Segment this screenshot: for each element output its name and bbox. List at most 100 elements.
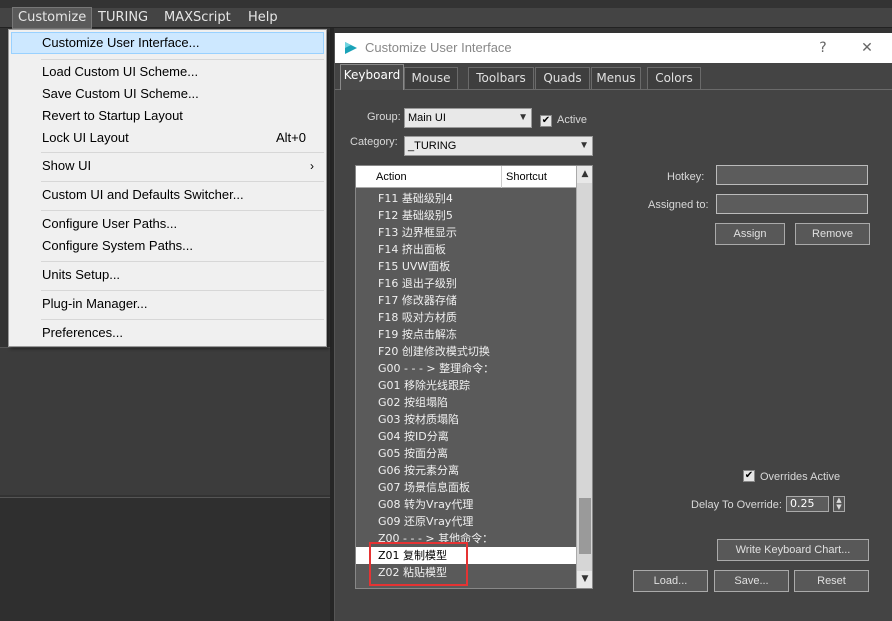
action-list-item[interactable]: F13 边界框显示 (356, 224, 576, 241)
hotkey-label: Hotkey: (667, 171, 705, 183)
overrides-active-checkbox[interactable]: ✔ (743, 470, 755, 482)
category-select[interactable]: _TURING ▼ (404, 136, 593, 156)
customize-ui-dialog: Customize User Interface ? ✕ Keyboard Mo… (334, 33, 892, 621)
spinner-arrows-icon[interactable]: ▲ ▼ (833, 496, 845, 512)
menu-help[interactable]: Help (243, 8, 283, 28)
menu-item-label: Configure System Paths... (42, 238, 194, 253)
column-divider (501, 166, 502, 188)
tab-mouse[interactable]: Mouse (404, 67, 458, 89)
menu-item-revert-startup[interactable]: Revert to Startup Layout (11, 105, 324, 127)
close-button[interactable]: ✕ (847, 33, 887, 63)
help-button[interactable]: ? (803, 33, 843, 63)
assigned-to-field (716, 194, 868, 214)
scroll-thumb[interactable] (579, 498, 591, 554)
dialog-titlebar[interactable]: Customize User Interface ? ✕ (335, 33, 892, 63)
menu-item-system-paths[interactable]: Configure System Paths... (11, 235, 324, 257)
tab-toolbars[interactable]: Toolbars (468, 67, 534, 89)
category-select-value: _TURING (408, 140, 457, 152)
menu-item-user-paths[interactable]: Configure User Paths... (11, 213, 324, 235)
app-logo-icon (345, 42, 357, 54)
action-list-item[interactable]: F17 修改器存储 (356, 292, 576, 309)
action-list-item[interactable]: F14 挤出面板 (356, 241, 576, 258)
tab-keyboard[interactable]: Keyboard (340, 64, 404, 90)
menu-item-label: Revert to Startup Layout (42, 108, 183, 123)
action-list-item[interactable]: F11 基础级别4 (356, 190, 576, 207)
action-list-item[interactable]: F15 UVW面板 (356, 258, 576, 275)
action-list-item[interactable]: G00 - - - > 整理命令： (356, 360, 576, 377)
menu-separator (41, 319, 324, 320)
menu-separator (41, 181, 324, 182)
menu-item-show-ui[interactable]: Show UI › (11, 155, 324, 177)
action-list-item[interactable]: G04 按ID分离 (356, 428, 576, 445)
menu-item-save-ui-scheme[interactable]: Save Custom UI Scheme... (11, 83, 324, 105)
menu-item-label: Save Custom UI Scheme... (42, 86, 199, 101)
column-shortcut[interactable]: Shortcut (506, 166, 547, 188)
menu-customize[interactable]: Customize (11, 7, 93, 29)
action-list-item[interactable]: G05 按面分离 (356, 445, 576, 462)
load-button[interactable]: Load... (633, 570, 708, 592)
scroll-up-icon[interactable]: ▲ (577, 166, 592, 183)
menu-separator (41, 210, 324, 211)
menu-turing[interactable]: TURING (93, 8, 153, 28)
tab-colors[interactable]: Colors (647, 67, 701, 89)
reset-button[interactable]: Reset (794, 570, 869, 592)
delay-override-label: Delay To Override: (691, 499, 782, 511)
menu-item-label: Customize User Interface... (42, 35, 200, 50)
assign-button[interactable]: Assign (715, 223, 785, 245)
menu-item-shortcut: Alt+0 (276, 130, 306, 145)
action-list-item[interactable]: F18 吸对方材质 (356, 309, 576, 326)
menu-item-plugin-manager[interactable]: Plug-in Manager... (11, 293, 324, 315)
menu-item-label: Preferences... (42, 325, 123, 340)
action-list-scrollbar[interactable]: ▲ ▼ (576, 166, 592, 588)
chevron-down-icon: ▼ (518, 112, 528, 123)
customize-dropdown-menu: Customize User Interface... Load Custom … (8, 29, 327, 347)
action-list-item[interactable]: G09 还原Vray代理 (356, 513, 576, 530)
background-panel (0, 347, 330, 495)
write-keyboard-chart-button[interactable]: Write Keyboard Chart... (717, 539, 869, 561)
submenu-arrow-icon: › (310, 159, 314, 173)
hotkey-input[interactable] (716, 165, 868, 185)
action-list-item[interactable]: F20 创建修改模式切换 (356, 343, 576, 360)
group-select-value: Main UI (408, 112, 446, 124)
menu-item-preferences[interactable]: Preferences... (11, 322, 324, 344)
menu-item-load-ui-scheme[interactable]: Load Custom UI Scheme... (11, 61, 324, 83)
active-checkbox[interactable]: ✔ (540, 115, 552, 127)
menu-separator (41, 261, 324, 262)
delay-override-input[interactable]: 0.25 (786, 496, 829, 512)
group-select[interactable]: Main UI ▼ (404, 108, 532, 128)
chevron-down-icon: ▼ (579, 140, 589, 151)
main-menubar: Customize TURING MAXScript Help (0, 7, 892, 29)
remove-button[interactable]: Remove (795, 223, 870, 245)
action-list-item[interactable]: G02 按组塌陷 (356, 394, 576, 411)
tab-menus[interactable]: Menus (591, 67, 641, 89)
action-list-item[interactable]: G06 按元素分离 (356, 462, 576, 479)
menu-separator (41, 152, 324, 153)
menu-separator (41, 290, 324, 291)
annotation-highlight-box (369, 542, 468, 586)
overrides-active-label: Overrides Active (760, 471, 841, 483)
tab-quads[interactable]: Quads (535, 67, 590, 89)
action-list-item[interactable]: F16 退出子级别 (356, 275, 576, 292)
menu-maxscript[interactable]: MAXScript (159, 8, 236, 28)
menu-item-label: Load Custom UI Scheme... (42, 64, 199, 79)
menu-item-label: Units Setup... (42, 267, 121, 282)
active-label: Active (557, 114, 587, 126)
action-list-item[interactable]: F19 按点击解冻 (356, 326, 576, 343)
action-list-item[interactable]: G01 移除光线跟踪 (356, 377, 576, 394)
action-list-item[interactable]: G07 场景信息面板 (356, 479, 576, 496)
menu-item-units-setup[interactable]: Units Setup... (11, 264, 324, 286)
action-list-header: Action Shortcut (356, 166, 576, 188)
menu-item-label: Custom UI and Defaults Switcher... (42, 187, 244, 202)
action-list-item[interactable]: G03 按材质塌陷 (356, 411, 576, 428)
menu-item-customize-ui[interactable]: Customize User Interface... (11, 32, 324, 54)
column-action[interactable]: Action (376, 166, 407, 188)
action-list-item[interactable]: F12 基础级别5 (356, 207, 576, 224)
action-list[interactable]: Action Shortcut F11 基础级别4 F12 基础级别5 F13 边界… (355, 165, 593, 589)
menu-item-label: Lock UI Layout (42, 130, 129, 145)
menu-item-ui-switcher[interactable]: Custom UI and Defaults Switcher... (11, 184, 324, 206)
dialog-title: Customize User Interface (365, 40, 512, 55)
scroll-down-icon[interactable]: ▼ (577, 571, 592, 588)
save-button[interactable]: Save... (714, 570, 789, 592)
menu-item-lock-ui[interactable]: Lock UI Layout Alt+0 (11, 127, 324, 149)
action-list-item[interactable]: G08 转为Vray代理 (356, 496, 576, 513)
